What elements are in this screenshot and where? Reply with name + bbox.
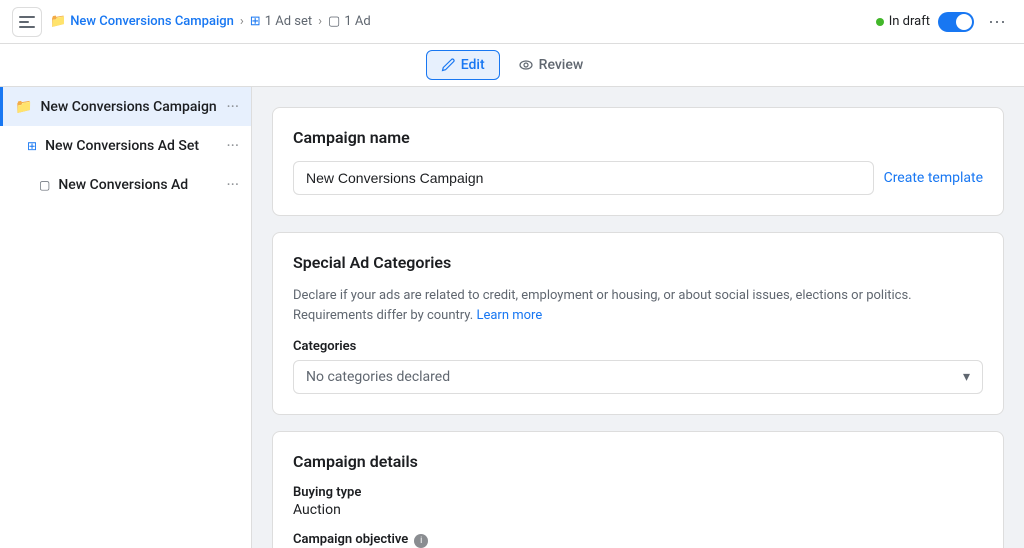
breadcrumb-sep-2: ›: [318, 14, 322, 29]
draft-toggle[interactable]: [938, 12, 974, 32]
campaign-name-input-row: Create template: [293, 161, 983, 195]
special-ad-title: Special Ad Categories: [293, 253, 983, 272]
top-nav-bar: 📁 New Conversions Campaign › ⊞ 1 Ad set …: [0, 0, 1024, 44]
categories-dropdown[interactable]: No categories declared ▾: [293, 360, 983, 394]
buying-type-label: Buying type: [293, 485, 983, 500]
special-ad-card: Special Ad Categories Declare if your ad…: [272, 232, 1004, 415]
objective-label: Campaign objective: [293, 532, 408, 547]
tab-edit[interactable]: Edit: [426, 50, 500, 80]
campaign-folder-icon: 📁: [50, 14, 66, 29]
content-area: Campaign name Create template Special Ad…: [252, 87, 1024, 548]
campaign-name-input[interactable]: [293, 161, 874, 195]
sidebar-campaign-label: New Conversions Campaign: [40, 99, 216, 115]
sidebar-item-adset-left: ⊞ New Conversions Ad Set: [27, 138, 199, 154]
create-template-link[interactable]: Create template: [884, 170, 983, 186]
ad-item-icon: ▢: [39, 178, 50, 192]
dropdown-chevron-icon: ▾: [963, 369, 970, 385]
nav-right: In draft ···: [876, 7, 1012, 37]
breadcrumb-ad[interactable]: ▢ 1 Ad: [328, 14, 371, 29]
special-ad-description: Declare if your ads are related to credi…: [293, 286, 983, 325]
objective-label-row: Campaign objective i: [293, 532, 983, 548]
sidebar-item-ad[interactable]: ▢ New Conversions Ad ···: [0, 165, 251, 204]
adset-more-icon[interactable]: ···: [226, 136, 239, 155]
review-eye-icon: [519, 58, 533, 72]
learn-more-link[interactable]: Learn more: [476, 308, 542, 323]
categories-placeholder: No categories declared: [306, 369, 450, 385]
breadcrumb-adset[interactable]: ⊞ 1 Ad set: [250, 14, 312, 29]
campaign-name-card: Campaign name Create template: [272, 107, 1004, 216]
campaign-details-title: Campaign details: [293, 452, 983, 471]
status-dot-icon: [876, 18, 884, 26]
sidebar-ad-label: New Conversions Ad: [58, 177, 188, 193]
tab-review[interactable]: Review: [504, 50, 599, 80]
campaign-icon: 📁: [15, 99, 32, 115]
sidebar-item-campaign[interactable]: 📁 New Conversions Campaign ···: [0, 87, 251, 126]
sidebar-item-ad-left: ▢ New Conversions Ad: [39, 177, 188, 193]
categories-label: Categories: [293, 339, 983, 354]
breadcrumb: 📁 New Conversions Campaign › ⊞ 1 Ad set …: [50, 14, 868, 29]
edit-icon: [441, 58, 455, 72]
status-badge: In draft: [876, 14, 930, 29]
campaign-more-icon[interactable]: ···: [226, 97, 239, 116]
campaign-name-card-title: Campaign name: [293, 128, 983, 147]
buying-type-row: Buying type Auction: [293, 485, 983, 518]
breadcrumb-sep-1: ›: [240, 14, 244, 29]
main-layout: 📁 New Conversions Campaign ··· ⊞ New Con…: [0, 87, 1024, 548]
campaign-details-card: Campaign details Buying type Auction Cam…: [272, 431, 1004, 548]
ad-icon: ▢: [328, 14, 340, 29]
buying-type-value: Auction: [293, 502, 983, 518]
sidebar-item-adset[interactable]: ⊞ New Conversions Ad Set ···: [0, 126, 251, 165]
sidebar-adset-label: New Conversions Ad Set: [45, 138, 199, 154]
sidebar-item-campaign-left: 📁 New Conversions Campaign: [15, 99, 217, 115]
ad-more-icon[interactable]: ···: [226, 175, 239, 194]
info-icon[interactable]: i: [414, 534, 428, 548]
collapse-sidebar-button[interactable]: [12, 7, 42, 37]
objective-row: Campaign objective i Conversions: [293, 532, 983, 548]
more-options-button[interactable]: ···: [982, 7, 1012, 37]
edit-review-bar: Edit Review: [0, 44, 1024, 87]
breadcrumb-campaign[interactable]: 📁 New Conversions Campaign: [50, 14, 234, 29]
adset-grid-icon: ⊞: [250, 14, 261, 29]
sidebar: 📁 New Conversions Campaign ··· ⊞ New Con…: [0, 87, 252, 548]
adset-icon: ⊞: [27, 139, 37, 153]
